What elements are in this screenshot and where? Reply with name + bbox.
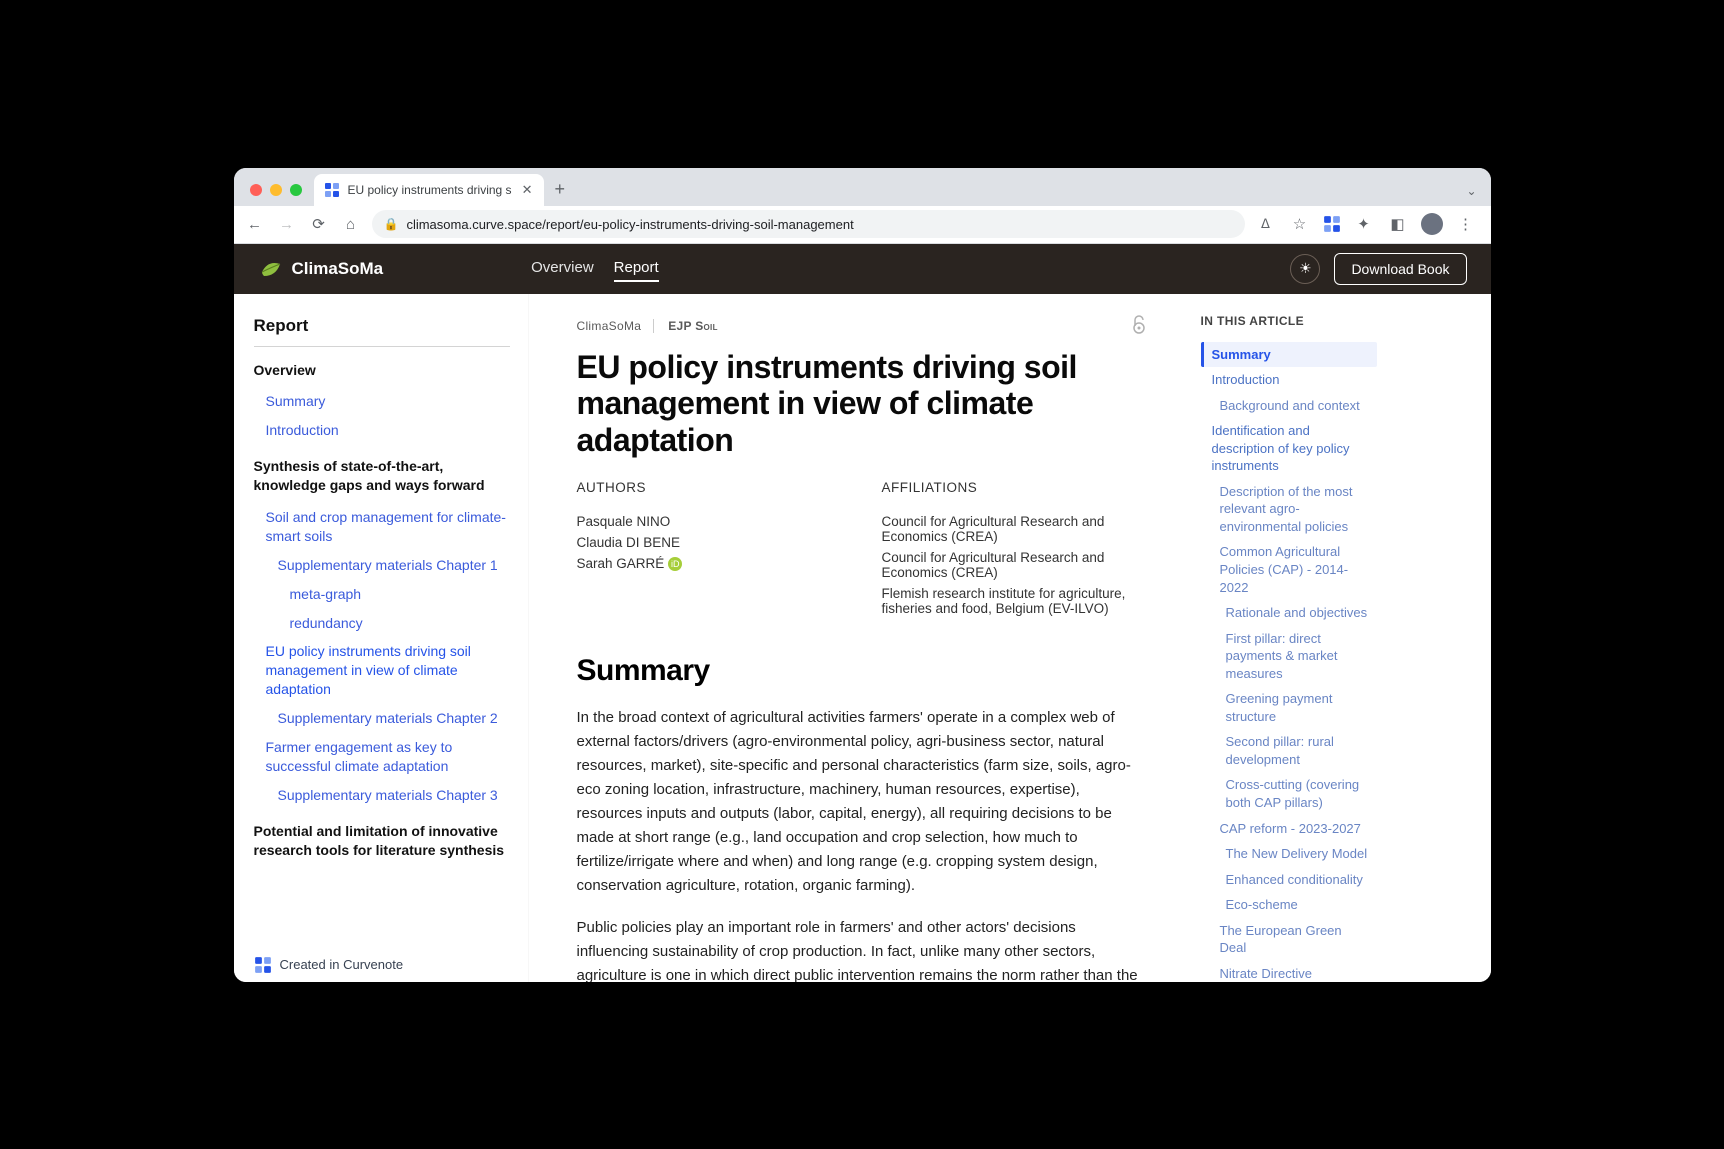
toc-item[interactable]: The European Green Deal [1201, 918, 1377, 961]
content-area: Report OverviewSummaryIntroductionSynthe… [234, 294, 1491, 982]
window-controls [242, 184, 314, 206]
sidebar-item[interactable]: Summary [254, 387, 510, 416]
sidebar-item[interactable]: Supplementary materials Chapter 2 [254, 704, 510, 733]
curvenote-logo-icon [254, 956, 272, 974]
sidebar-item[interactable]: Farmer engagement as key to successful c… [254, 733, 510, 781]
theme-toggle-button[interactable]: ☀ [1290, 254, 1320, 284]
toc-item[interactable]: Identification and description of key po… [1201, 418, 1377, 479]
curvenote-footer-text: Created in Curvenote [280, 957, 404, 972]
lock-icon: 🔒 [384, 217, 399, 231]
climasoma-logo-icon [258, 256, 284, 282]
breadcrumb: ClimaSoMa EJP Soil [577, 319, 718, 333]
author-name: Pasquale NINO [577, 511, 842, 532]
summary-heading: Summary [577, 654, 1147, 688]
tab-title: EU policy instruments driving s [348, 183, 512, 197]
toc-item[interactable]: Introduction [1201, 367, 1377, 393]
toc-item[interactable]: Common Agricultural Policies (CAP) - 201… [1201, 539, 1377, 600]
back-button[interactable]: ← [244, 216, 266, 233]
authors-label: AUTHORS [577, 477, 842, 498]
browser-window: EU policy instruments driving s ✕ + ⌄ ← … [234, 168, 1491, 982]
share-icon[interactable]: ᐃ [1255, 216, 1277, 232]
brand[interactable]: ClimaSoMa [258, 256, 384, 282]
toc-item[interactable]: Description of the most relevant agro-en… [1201, 479, 1377, 540]
browser-tab[interactable]: EU policy instruments driving s ✕ [314, 174, 545, 206]
panel-icon[interactable]: ◧ [1387, 215, 1409, 233]
browser-toolbar: ← → ⟳ ⌂ 🔒 climasoma.curve.space/report/e… [234, 206, 1491, 244]
sidebar-item[interactable]: Supplementary materials Chapter 3 [254, 781, 510, 810]
author-name: Claudia DI BENE [577, 532, 842, 553]
toc-item[interactable]: First pillar: direct payments & market m… [1201, 626, 1377, 687]
app-header: ClimaSoMa Overview Report ☀ Download Boo… [234, 244, 1491, 294]
affiliation: Council for Agricultural Research and Ec… [882, 511, 1147, 547]
bookmark-star-icon[interactable]: ☆ [1289, 215, 1311, 233]
summary-paragraph-1: In the broad context of agricultural act… [577, 706, 1147, 898]
crumb-program: EJP Soil [668, 319, 718, 333]
article-body: ClimaSoMa EJP Soil EU policy instruments… [529, 294, 1189, 982]
profile-avatar[interactable] [1421, 213, 1443, 235]
download-book-button[interactable]: Download Book [1334, 253, 1466, 285]
affiliations-label: AFFILIATIONS [882, 477, 1147, 498]
report-sidebar: Report Overview SummaryIntroduction Synthe… [234, 294, 529, 982]
article-meta: AUTHORS Pasquale NINOClaudia DI BENESara… [577, 477, 1147, 622]
crumb-project: ClimaSoMa [577, 319, 655, 333]
extensions-puzzle-icon[interactable]: ✦ [1353, 215, 1375, 233]
maximize-window-button[interactable] [290, 184, 302, 196]
sidebar-item[interactable]: Introduction [254, 416, 510, 445]
toc-item[interactable]: Enhanced conditionality [1201, 867, 1377, 893]
tabs-dropdown-icon[interactable]: ⌄ [1452, 184, 1490, 206]
summary-paragraph-2: Public policies play an important role i… [577, 916, 1147, 982]
sidebar-item[interactable]: Supplementary materials Chapter 1 [254, 551, 510, 580]
new-tab-button[interactable]: + [544, 179, 575, 206]
nav-overview[interactable]: Overview [531, 255, 594, 282]
open-access-icon [1131, 314, 1147, 339]
curvenote-extension-icon[interactable] [1323, 215, 1341, 233]
close-window-button[interactable] [250, 184, 262, 196]
author-name: Sarah GARRÉiD [577, 553, 842, 574]
sidebar-title: Report [254, 316, 510, 347]
sun-icon: ☀ [1299, 260, 1312, 277]
address-bar[interactable]: 🔒 climasoma.curve.space/report/eu-policy… [372, 210, 1245, 238]
url-text: climasoma.curve.space/report/eu-policy-i… [406, 217, 853, 232]
home-button[interactable]: ⌂ [340, 216, 362, 233]
sidebar-item[interactable]: redundancy [254, 609, 510, 638]
sidebar-category: Potential and limitation of innovative r… [254, 822, 510, 860]
affiliation: Flemish research institute for agricultu… [882, 583, 1147, 619]
article-title: EU policy instruments driving soil manag… [577, 349, 1147, 459]
toc-item[interactable]: Eco-scheme [1201, 892, 1377, 918]
brand-name: ClimaSoMa [292, 259, 384, 279]
toc-item[interactable]: CAP reform - 2023-2027 [1201, 816, 1377, 842]
toc-item[interactable]: Second pillar: rural development [1201, 729, 1377, 772]
primary-nav: Overview Report [531, 255, 659, 282]
toc-title: IN THIS ARTICLE [1201, 314, 1377, 328]
toc-item[interactable]: Rationale and objectives [1201, 600, 1377, 626]
nav-report[interactable]: Report [614, 255, 659, 282]
reload-button[interactable]: ⟳ [308, 215, 330, 233]
in-this-article-toc: IN THIS ARTICLE SummaryIntroductionBackg… [1189, 294, 1389, 982]
sidebar-item[interactable]: EU policy instruments driving soil manag… [254, 637, 510, 704]
toc-item[interactable]: Background and context [1201, 393, 1377, 419]
toc-item[interactable]: Summary [1201, 342, 1377, 368]
browser-menu-icon[interactable]: ⋮ [1455, 215, 1477, 233]
sidebar-item[interactable]: meta-graph [254, 580, 510, 609]
curvenote-footer[interactable]: Created in Curvenote [254, 950, 504, 974]
authors-column: AUTHORS Pasquale NINOClaudia DI BENESara… [577, 477, 842, 622]
toc-item[interactable]: Cross-cutting (covering both CAP pillars… [1201, 772, 1377, 815]
affiliation: Council for Agricultural Research and Ec… [882, 547, 1147, 583]
toc-item[interactable]: The New Delivery Model [1201, 841, 1377, 867]
minimize-window-button[interactable] [270, 184, 282, 196]
sidebar-category: Overview [254, 361, 510, 380]
affiliations-column: AFFILIATIONS Council for Agricultural Re… [882, 477, 1147, 622]
toc-item[interactable]: Greening payment structure [1201, 686, 1377, 729]
toc-item[interactable]: Nitrate Directive [1201, 961, 1377, 982]
forward-button[interactable]: → [276, 216, 298, 233]
sidebar-category: Synthesis of state-of-the-art, knowledge… [254, 457, 510, 495]
close-tab-icon[interactable]: ✕ [520, 180, 535, 200]
tab-strip: EU policy instruments driving s ✕ + ⌄ [234, 168, 1491, 206]
orcid-icon[interactable]: iD [668, 557, 682, 571]
curvenote-favicon-icon [324, 182, 340, 198]
sidebar-item[interactable]: Soil and crop management for climate-sma… [254, 503, 510, 551]
